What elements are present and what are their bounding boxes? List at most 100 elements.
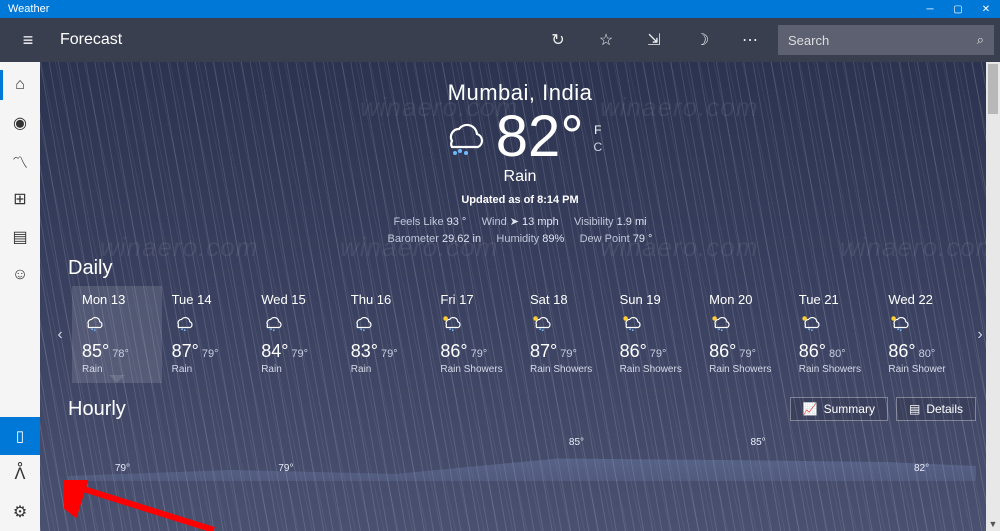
stat-label: Visibility: [574, 216, 614, 228]
daily-high: 86°: [888, 341, 915, 361]
stat-label: Barometer: [388, 233, 439, 245]
star-icon: ☆: [599, 30, 613, 50]
ellipsis-icon: ⋯: [742, 30, 758, 50]
daily-low: 79°: [202, 348, 219, 360]
sidebar-item-maps[interactable]: ◉: [0, 104, 40, 142]
chart-icon: 〽: [12, 149, 28, 173]
daily-date: Fri 17: [440, 292, 514, 307]
chart-area: [68, 431, 976, 481]
weather-icon: [438, 117, 486, 157]
search-placeholder: Search: [788, 33, 829, 48]
daily-date: Mon 13: [82, 292, 156, 307]
mobile-icon: ▯: [16, 427, 24, 445]
stat-label: Feels Like: [393, 216, 443, 228]
daily-next-button[interactable]: ›: [968, 286, 992, 383]
sidebar-item-account[interactable]: ᐰ: [0, 455, 40, 493]
favorite-button[interactable]: ☆: [586, 24, 626, 56]
scrollbar-thumb[interactable]: [988, 64, 998, 114]
daily-date: Wed 22: [888, 292, 962, 307]
stat-value: 1.9 mi: [617, 216, 647, 228]
daily-date: Wed 15: [261, 292, 335, 307]
daily-condition: Rain Showers: [709, 364, 783, 375]
daily-prev-button[interactable]: ‹: [48, 286, 72, 383]
chart-line-icon: 📈: [803, 402, 818, 416]
sidebar-item-historical[interactable]: 〽: [0, 142, 40, 180]
daily-weather-icon: [620, 311, 694, 335]
daily-low: 79°: [381, 348, 398, 360]
sidebar-item-forecast[interactable]: ⌂: [0, 66, 40, 104]
theme-button[interactable]: ☽: [682, 24, 722, 56]
hourly-summary-button[interactable]: 📈 Summary: [790, 397, 888, 421]
pin-icon: ⇲: [647, 30, 660, 50]
daily-card[interactable]: Tue 1487°79°Rain: [162, 286, 252, 383]
stat-value: 29.62 in: [442, 233, 481, 245]
current-stats: Feels Like 93 ° Wind ➤ 13 mph Visibility…: [40, 214, 1000, 247]
window-close-button[interactable]: ✕: [972, 0, 1000, 18]
hourly-header: Hourly 📈 Summary ▤Details: [40, 383, 1000, 421]
stat-value: 79 °: [633, 233, 653, 245]
refresh-button[interactable]: ↻: [538, 24, 578, 56]
daily-card[interactable]: Sat 1887°79°Rain Showers: [520, 286, 610, 383]
smile-icon: ☺: [12, 266, 28, 284]
daily-high: 83°: [351, 341, 378, 361]
button-label: Summary: [824, 402, 875, 416]
forecast-panel: winaero.com winaero.com winaero.com wina…: [40, 62, 1000, 531]
degree-symbol: °: [560, 104, 583, 169]
daily-card[interactable]: Fri 1786°79°Rain Showers: [430, 286, 520, 383]
sidebar-item-feedback[interactable]: ☺: [0, 256, 40, 294]
pin-button[interactable]: ⇲: [634, 24, 674, 56]
hourly-details-button[interactable]: ▤Details: [896, 397, 976, 421]
search-input[interactable]: Search ⌕: [778, 25, 994, 55]
daily-weather-icon: [709, 311, 783, 335]
daily-date: Mon 20: [709, 292, 783, 307]
daily-high: 86°: [440, 341, 467, 361]
current-condition: Rain: [40, 168, 1000, 186]
daily-high: 87°: [530, 341, 557, 361]
daily-condition: Rain: [82, 364, 156, 375]
window-maximize-button[interactable]: ▢: [944, 0, 972, 18]
daily-high: 84°: [261, 341, 288, 361]
daily-low: 78°: [112, 348, 129, 360]
moon-icon: ☽: [695, 30, 709, 50]
daily-condition: Rain Shower: [888, 364, 962, 375]
daily-card[interactable]: Tue 2186°80°Rain Showers: [789, 286, 879, 383]
daily-condition: Rain: [261, 364, 335, 375]
window-titlebar: Weather ─ ▢ ✕: [0, 0, 1000, 18]
person-icon: ᐰ: [15, 464, 26, 484]
daily-high: 86°: [799, 341, 826, 361]
stat-value: 93 °: [447, 216, 467, 228]
daily-weather-icon: [530, 311, 604, 335]
daily-weather-icon: [261, 311, 335, 335]
daily-weather-icon: [351, 311, 425, 335]
daily-low: 80°: [919, 348, 936, 360]
daily-card[interactable]: Thu 1683°79°Rain: [341, 286, 431, 383]
home-icon: ⌂: [15, 76, 25, 94]
daily-low: 79°: [739, 348, 756, 360]
daily-card[interactable]: Mon 2086°79°Rain Showers: [699, 286, 789, 383]
button-label: Details: [926, 402, 963, 416]
sidebar-item-favorites[interactable]: ⊞: [0, 180, 40, 218]
sidebar-item-news[interactable]: ▤: [0, 218, 40, 256]
daily-condition: Rain Showers: [799, 364, 873, 375]
unit-fahrenheit[interactable]: F: [594, 122, 603, 139]
daily-card[interactable]: Wed 1584°79°Rain: [251, 286, 341, 383]
current-conditions: Mumbai, India 82° F C Rain Updated as of…: [40, 62, 1000, 247]
window-minimize-button[interactable]: ─: [916, 0, 944, 18]
hourly-temp-label: 85°: [569, 437, 584, 448]
hamburger-menu-button[interactable]: ≡: [23, 30, 34, 51]
sidebar-item-mobile[interactable]: ▯: [0, 417, 40, 455]
daily-date: Sun 19: [620, 292, 694, 307]
hourly-section-title: Hourly: [68, 398, 126, 421]
more-button[interactable]: ⋯: [730, 24, 770, 56]
daily-card[interactable]: Wed 22 86° 80° Rain Shower: [878, 286, 968, 383]
unit-celsius[interactable]: C: [594, 139, 603, 156]
hourly-temp-label: 79°: [278, 463, 293, 474]
daily-weather-icon: [172, 311, 246, 335]
daily-card[interactable]: Mon 1385°78°Rain: [72, 286, 162, 383]
hourly-chart: 79°79°85°85°82°: [68, 431, 976, 481]
sidebar-item-settings[interactable]: ⚙: [0, 493, 40, 531]
daily-card[interactable]: Sun 1986°79°Rain Showers: [610, 286, 700, 383]
location-icon: ⊞: [13, 189, 26, 209]
window-title: Weather: [8, 3, 49, 15]
daily-condition: Rain Showers: [440, 364, 514, 375]
